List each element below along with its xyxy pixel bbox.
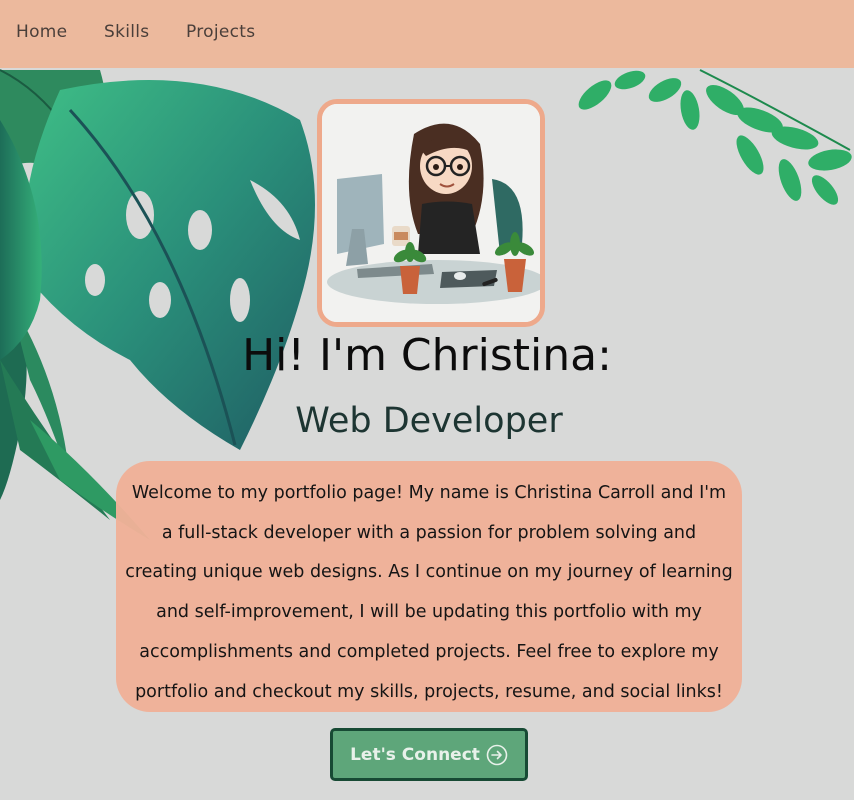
top-navbar: Home Skills Projects: [0, 0, 854, 68]
nav-skills-link[interactable]: Skills: [104, 22, 149, 42]
nav-home-link[interactable]: Home: [16, 22, 67, 42]
arrow-right-circle-icon: [486, 744, 508, 765]
intro-text: Welcome to my portfolio page! My name is…: [125, 483, 733, 702]
developer-avatar: [317, 99, 545, 327]
lets-connect-button[interactable]: Let's Connect: [330, 728, 528, 781]
lets-connect-label: Let's Connect: [350, 744, 480, 765]
hero-subtitle: Web Developer: [295, 401, 563, 441]
developer-avatar-illustration: [322, 104, 540, 322]
intro-card: Welcome to my portfolio page! My name is…: [116, 461, 742, 712]
hero-title: Hi! I'm Christina:: [242, 330, 612, 381]
nav-projects-link[interactable]: Projects: [186, 22, 255, 42]
